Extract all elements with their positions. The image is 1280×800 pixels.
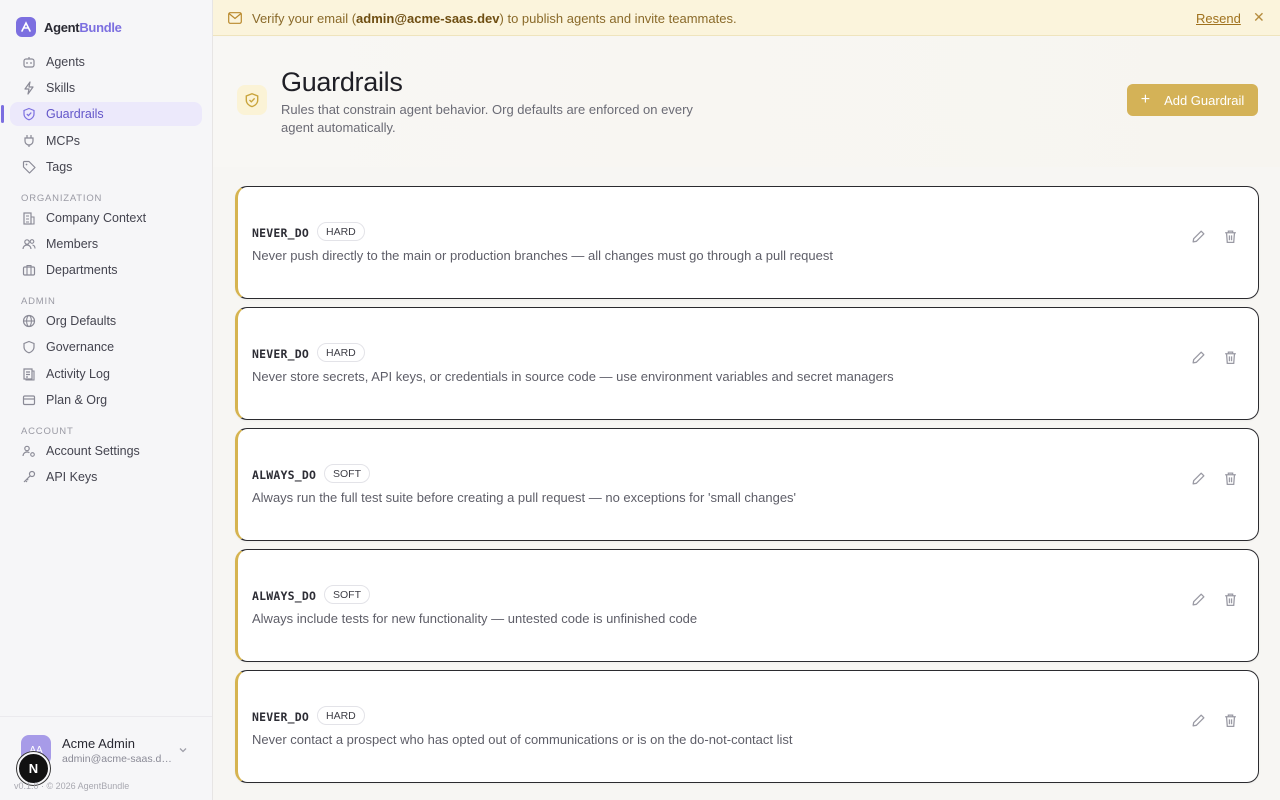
building-icon xyxy=(21,210,36,225)
log-icon xyxy=(21,366,36,381)
guardrail-rule: Never store secrets, API keys, or creden… xyxy=(252,369,894,384)
sidebar-item-label: API Keys xyxy=(46,469,98,484)
guardrail-kind: NEVER_DO xyxy=(252,347,309,361)
guardrail-card: NEVER_DO HARD Never store secrets, API k… xyxy=(235,307,1259,420)
trash-icon[interactable] xyxy=(1223,471,1239,487)
sidebar-item-label: Tags xyxy=(46,159,73,174)
sidebar-item-label: Departments xyxy=(46,263,118,278)
user-name: Acme Admin xyxy=(62,736,135,751)
briefcase-icon xyxy=(21,263,36,278)
shield-outline-icon xyxy=(21,340,36,355)
sidebar-item-label: Members xyxy=(46,236,99,251)
sidebar-item-tags[interactable]: Tags xyxy=(10,155,202,179)
severity-badge: SOFT xyxy=(324,464,370,483)
sidebar-item-label: Company Context xyxy=(46,210,147,225)
section-account: ACCOUNT xyxy=(21,425,74,437)
user-cog-icon xyxy=(21,443,36,458)
pencil-icon[interactable] xyxy=(1191,350,1207,366)
guardrail-rule: Always run the full test suite before cr… xyxy=(252,490,797,505)
severity-badge: SOFT xyxy=(324,585,370,604)
add-guardrail-button[interactable]: + Add Guardrail xyxy=(1127,84,1258,116)
close-icon[interactable]: ✕ xyxy=(1253,9,1265,26)
card-icon xyxy=(21,392,36,407)
brand[interactable]: AgentBundle xyxy=(16,17,122,37)
pencil-icon[interactable] xyxy=(1191,471,1207,487)
sidebar: AgentBundle Agents Skills Guardrails MCP… xyxy=(0,0,213,800)
guardrail-rule: Never contact a prospect who has opted o… xyxy=(252,732,793,747)
plug-icon xyxy=(21,133,36,148)
page-description: Rules that constrain agent behavior. Org… xyxy=(281,102,693,135)
tag-icon xyxy=(21,159,36,174)
add-guardrail-label: Add Guardrail xyxy=(1164,92,1245,108)
page-title: Guardrails xyxy=(281,67,403,97)
guardrail-card: ALWAYS_DO SOFT Always run the full test … xyxy=(235,428,1259,541)
pencil-icon[interactable] xyxy=(1191,713,1207,729)
version-text: v0.1.0 · © 2026 AgentBundle xyxy=(14,781,130,791)
sidebar-item-label: Agents xyxy=(46,55,85,69)
guardrail-rule: Never push directly to the main or produ… xyxy=(252,248,833,263)
users-icon xyxy=(21,236,36,251)
guardrail-card: ALWAYS_DO SOFT Always include tests for … xyxy=(235,549,1259,662)
sidebar-item-governance[interactable]: Governance xyxy=(10,335,202,359)
user-menu[interactable]: AA Acme Admin admin@acme-saas.dev N v0.1… xyxy=(0,716,212,800)
guardrail-kind: NEVER_DO xyxy=(252,226,309,240)
sidebar-item-departments[interactable]: Departments xyxy=(10,258,202,282)
severity-badge: HARD xyxy=(317,343,365,362)
banner-email: admin@acme-saas.dev xyxy=(356,11,500,26)
guardrail-rule: Always include tests for new functionali… xyxy=(252,611,698,626)
chevron-down-icon[interactable] xyxy=(178,745,188,758)
severity-badge: HARD xyxy=(317,222,365,241)
shield-icon xyxy=(21,107,36,122)
sidebar-item-guardrails[interactable]: Guardrails xyxy=(1,102,202,127)
globe-icon xyxy=(21,314,36,329)
trash-icon[interactable] xyxy=(1223,713,1239,729)
sidebar-item-skills[interactable]: Skills xyxy=(10,76,202,100)
sidebar-item-api-keys[interactable]: API Keys xyxy=(10,465,202,489)
guardrail-kind: NEVER_DO xyxy=(252,710,309,724)
sidebar-item-label: Governance xyxy=(46,340,115,355)
sidebar-item-members[interactable]: Members xyxy=(10,232,202,256)
sidebar-item-label: Guardrails xyxy=(46,107,104,122)
guardrail-card: NEVER_DO HARD Never contact a prospect w… xyxy=(235,670,1259,783)
sidebar-item-label: MCPs xyxy=(46,133,81,148)
mail-icon xyxy=(228,11,242,29)
verify-email-banner: Verify your email (admin@acme-saas.dev) … xyxy=(213,0,1280,36)
banner-message: Verify your email (admin@acme-saas.dev) … xyxy=(252,11,737,26)
brand-name: AgentBundle xyxy=(44,19,122,35)
sidebar-item-account-settings[interactable]: Account Settings xyxy=(10,439,202,463)
guardrail-card: NEVER_DO HARD Never push directly to the… xyxy=(235,186,1259,299)
pencil-icon[interactable] xyxy=(1191,592,1207,608)
sidebar-item-label: Skills xyxy=(46,81,76,96)
sidebar-item-agents[interactable]: Agents xyxy=(10,50,202,74)
robot-icon xyxy=(21,55,36,70)
sidebar-item-label: Org Defaults xyxy=(46,314,117,329)
brand-logo-icon xyxy=(16,17,36,37)
key-icon xyxy=(21,469,36,484)
sidebar-item-label: Activity Log xyxy=(46,366,110,381)
sidebar-item-label: Account Settings xyxy=(46,443,140,458)
plus-icon: + xyxy=(1140,91,1151,108)
guardrail-kind: ALWAYS_DO xyxy=(252,589,317,603)
sidebar-item-plan-org[interactable]: Plan & Org xyxy=(10,388,202,412)
sidebar-nav: Agents Skills Guardrails MCPs Tags ORGAN… xyxy=(1,50,202,491)
sidebar-item-label: Plan & Org xyxy=(46,392,108,407)
pencil-icon[interactable] xyxy=(1191,229,1207,245)
guardrail-kind: ALWAYS_DO xyxy=(252,468,317,482)
page-header: Guardrails Rules that constrain agent be… xyxy=(213,37,1280,167)
section-organization: ORGANIZATION xyxy=(21,192,103,204)
sidebar-item-activity-log[interactable]: Activity Log xyxy=(10,362,202,386)
guardrail-list: NEVER_DO HARD Never push directly to the… xyxy=(235,186,1259,791)
resend-link[interactable]: Resend xyxy=(1196,11,1241,26)
sidebar-item-org-defaults[interactable]: Org Defaults xyxy=(10,309,202,333)
section-admin: ADMIN xyxy=(21,296,56,308)
severity-badge: HARD xyxy=(317,706,365,725)
lightning-icon xyxy=(21,81,36,96)
trash-icon[interactable] xyxy=(1223,229,1239,245)
sidebar-item-company-context[interactable]: Company Context xyxy=(10,206,202,230)
user-email: admin@acme-saas.dev xyxy=(62,753,172,765)
shield-icon xyxy=(237,85,267,115)
sidebar-item-mcps[interactable]: MCPs xyxy=(10,129,202,153)
trash-icon[interactable] xyxy=(1223,350,1239,366)
trash-icon[interactable] xyxy=(1223,592,1239,608)
